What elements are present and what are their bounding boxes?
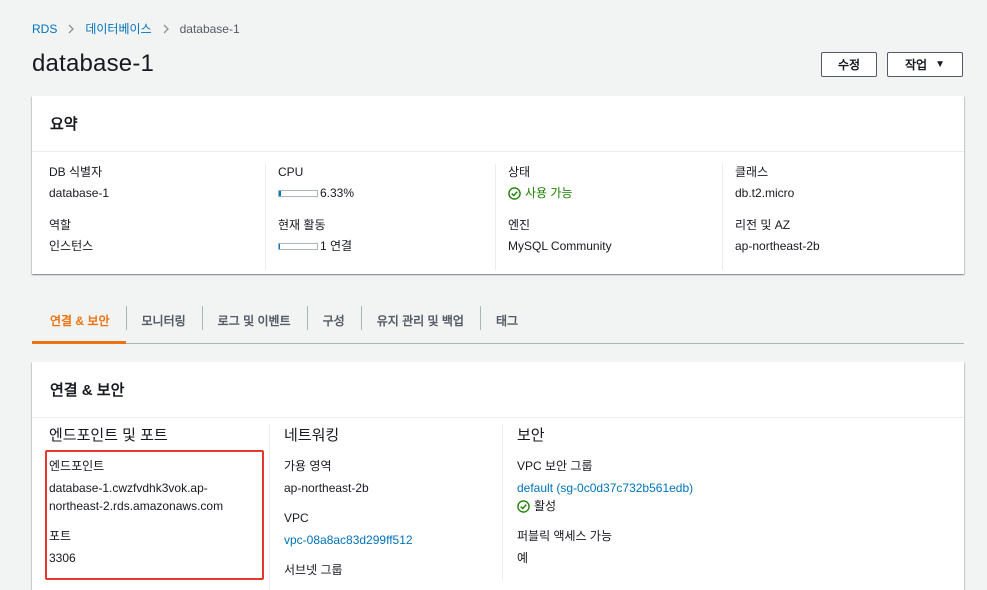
tab-monitoring[interactable]: 모니터링 [125,298,202,342]
db-identifier-value: database-1 [49,186,110,200]
availability-zone-label: 가용 영역 [284,459,332,473]
summary-column-class: 클래스 db.t2.micro 리전 및 AZ ap-northeast-2b [722,164,942,270]
connectivity-security-panel: 연결 & 보안 엔드포인트 및 포트 엔드포인트 database-1.cwzf… [32,362,964,590]
endpoint-port-heading: 엔드포인트 및 포트 [49,427,168,444]
actions-button-label: 작업 [905,58,928,72]
port-label: 포트 [49,529,72,543]
cpu-meter-fill [279,190,282,196]
port-value: 3306 [49,551,76,565]
breadcrumb-rds-link[interactable]: RDS [32,22,57,36]
tab-logs-events[interactable]: 로그 및 이벤트 [201,298,307,342]
summary-column-cpu: CPU 6.33% 현재 활동 1 연결 [265,164,485,270]
cpu-meter [278,189,318,197]
edit-button[interactable]: 수정 [821,52,877,77]
summary-grid: DB 식별자 database-1 역할 인스턴스 CPU 6.33% 현재 활… [32,152,964,274]
status-value: 사용 가능 [525,186,573,200]
vpc-link[interactable]: vpc-08a8ac83d299ff512 [284,533,413,547]
breadcrumb-databases-link[interactable]: 데이터베이스 [85,20,151,37]
class-value: db.t2.micro [735,186,795,200]
actions-dropdown-button[interactable]: 작업 ▼ [887,52,963,77]
tab-connectivity-security[interactable]: 연결 & 보안 [32,298,126,344]
check-circle-icon [508,186,521,200]
activity-value-row: 1 연결 [278,238,485,254]
cpu-label: CPU [278,165,304,179]
engine-value: MySQL Community [508,239,612,253]
endpoint-label: 엔드포인트 [49,459,105,473]
class-label: 클래스 [735,165,769,179]
page-title: database-1 [32,50,155,77]
security-heading: 보안 [517,427,545,444]
summary-column-status: 상태 사용 가능 엔진 MySQL Community [495,164,715,270]
availability-zone-value: ap-northeast-2b [284,481,369,495]
status-label: 상태 [508,165,531,179]
public-access-value: 예 [517,551,529,565]
region-az-value: ap-northeast-2b [735,239,820,253]
detail-tabs: 연결 & 보안 모니터링 로그 및 이벤트 구성 유지 관리 및 백업 태그 [32,298,964,344]
endpoint-port-column: 엔드포인트 및 포트 엔드포인트 database-1.cwzfvdhk3vok… [49,424,265,580]
summary-column-identifier: DB 식별자 database-1 역할 인스턴스 [49,164,269,270]
engine-label: 엔진 [508,218,531,232]
chevron-right-icon [65,23,77,35]
security-group-status-row: 활성 [517,497,782,515]
subnet-group-label: 서브넷 그룹 [284,563,343,577]
networking-column: 네트워킹 가용 영역 ap-northeast-2b VPC vpc-08a8a… [269,424,497,590]
activity-label: 현재 활동 [278,218,326,232]
networking-heading: 네트워킹 [284,427,340,444]
header-actions: 수정 작업 ▼ [821,52,963,77]
vpc-label: VPC [284,511,309,525]
activity-meter-fill [279,243,280,249]
security-column: 보안 VPC 보안 그룹 default (sg-0c0d37c732b561e… [502,424,782,580]
chevron-right-icon [160,23,172,35]
status-value-row: 사용 가능 [508,185,715,201]
security-group-link[interactable]: default (sg-0c0d37c732b561edb) [517,481,693,495]
breadcrumb-current: database-1 [179,21,240,36]
cpu-value: 6.33% [320,186,355,200]
activity-meter [278,242,318,250]
db-identifier-label: DB 식별자 [49,165,103,179]
summary-panel: 요약 DB 식별자 database-1 역할 인스턴스 CPU 6.33% 현… [32,96,964,274]
tab-maintenance-backup[interactable]: 유지 관리 및 백업 [360,298,480,342]
vpc-security-group-label: VPC 보안 그룹 [517,459,593,473]
caret-down-icon: ▼ [935,59,945,70]
security-group-status: 활성 [534,499,557,513]
activity-value: 1 연결 [320,239,353,253]
region-az-label: 리전 및 AZ [735,218,791,232]
connectivity-header: 연결 & 보안 [32,362,964,418]
tab-configuration[interactable]: 구성 [306,298,361,342]
cpu-value-row: 6.33% [278,185,485,201]
summary-header: 요약 [32,96,964,152]
edit-button-label: 수정 [837,58,861,72]
check-circle-icon [517,499,530,513]
endpoint-value[interactable]: database-1.cwzfvdhk3vok.ap-northeast-2.r… [49,479,239,515]
tab-tags[interactable]: 태그 [479,298,534,342]
breadcrumb: RDS 데이터베이스 database-1 [32,20,240,37]
summary-title: 요약 [50,116,78,133]
role-value: 인스턴스 [49,239,94,253]
connectivity-title: 연결 & 보안 [50,382,125,399]
public-access-label: 퍼블릭 액세스 가능 [517,529,612,543]
role-label: 역할 [49,218,72,232]
